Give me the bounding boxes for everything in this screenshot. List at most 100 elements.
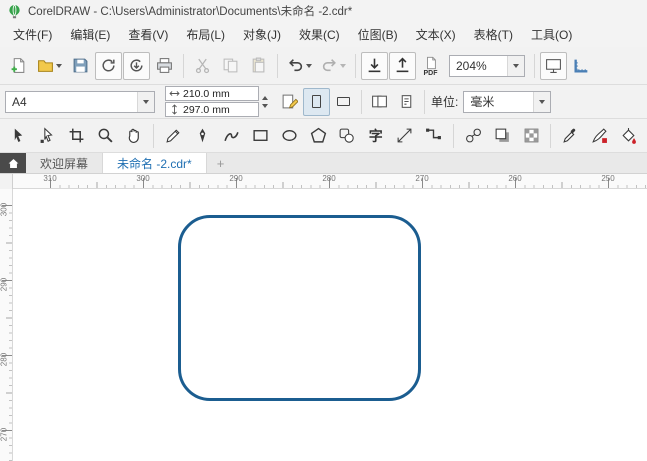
print-button[interactable]	[151, 52, 178, 80]
menu-file[interactable]: 文件(F)	[4, 22, 61, 47]
fullscreen-preview-button[interactable]	[540, 51, 567, 80]
menu-tools[interactable]: 工具(O)	[522, 22, 581, 47]
menu-edit[interactable]: 编辑(E)	[61, 22, 119, 47]
text-tool[interactable]: 字	[362, 122, 389, 150]
horizontal-ruler[interactable]: 310 300 290 280 270 260 250	[0, 174, 647, 189]
property-bar: A4 210.0 mm 297.0 mm 单位: 毫米	[0, 85, 647, 119]
new-tab-button[interactable]: +	[207, 153, 235, 173]
new-document-icon	[11, 58, 25, 73]
hruler-label: 250	[601, 174, 615, 183]
units-combo[interactable]: 毫米	[463, 90, 552, 113]
basic-shapes-tool[interactable]	[333, 122, 360, 150]
toolbar-separator	[534, 53, 535, 78]
export-icon	[396, 57, 409, 73]
crop-tool[interactable]	[63, 122, 90, 150]
landscape-button[interactable]	[330, 88, 357, 116]
page-height-field[interactable]: 297.0 mm	[165, 102, 259, 117]
zoom-tool[interactable]	[92, 122, 119, 150]
bezier-tool[interactable]	[189, 122, 216, 150]
open-folder-icon	[38, 60, 53, 72]
units-chevron-down-icon[interactable]	[533, 91, 551, 112]
current-page-button[interactable]	[393, 88, 420, 116]
blend-tool[interactable]	[460, 122, 487, 150]
page-size-combo[interactable]: A4	[5, 90, 155, 113]
pan-hand-icon	[129, 128, 140, 143]
undo-button[interactable]	[283, 52, 316, 80]
publish-pdf-button[interactable]: PDF	[417, 52, 444, 80]
copy-button[interactable]	[217, 52, 244, 80]
spinner-up-icon[interactable]	[262, 95, 268, 100]
tab-welcome-screen[interactable]: 欢迎屏幕	[26, 153, 104, 173]
tab-untitled-document[interactable]: 未命名 -2.cdr*	[103, 153, 207, 173]
connector-tool[interactable]	[420, 122, 447, 150]
page-width-field[interactable]: 210.0 mm	[165, 86, 259, 101]
import-button[interactable]	[361, 51, 388, 80]
workspace: 300 290 280 270	[0, 189, 647, 461]
ellipse-tool[interactable]	[276, 122, 303, 150]
pick-tool[interactable]	[5, 122, 32, 150]
page-options-button[interactable]	[276, 88, 303, 116]
open-dropdown-icon[interactable]	[56, 63, 62, 68]
import-icon	[368, 58, 381, 73]
tab-welcome-label: 欢迎屏幕	[40, 156, 89, 171]
vertical-ruler[interactable]: 300 290 280 270	[0, 189, 13, 461]
cut-button[interactable]	[189, 52, 216, 80]
menu-table[interactable]: 表格(T)	[465, 22, 522, 47]
fullscreen-preview-icon	[546, 59, 561, 73]
open-document-button[interactable]	[33, 52, 66, 80]
pan-tool[interactable]	[120, 122, 147, 150]
ruler-origin-corner[interactable]	[0, 174, 13, 189]
zoom-tool-icon	[98, 128, 113, 143]
save-button[interactable]	[67, 52, 94, 80]
dimension-spinner[interactable]	[262, 95, 268, 108]
home-button[interactable]	[0, 153, 26, 173]
eyedropper-tool[interactable]	[557, 122, 584, 150]
redo-icon	[322, 59, 336, 72]
pick-tool-icon	[14, 128, 23, 142]
redo-button[interactable]	[317, 52, 350, 80]
shape-tool-icon	[40, 127, 53, 143]
shape-tool[interactable]	[34, 122, 61, 150]
freehand-tool[interactable]	[160, 122, 187, 150]
menu-effects[interactable]: 效果(C)	[290, 22, 349, 47]
undo-dropdown-icon[interactable]	[306, 63, 312, 68]
artistic-media-tool[interactable]	[218, 122, 245, 150]
zoom-chevron-down-icon[interactable]	[507, 55, 524, 76]
toolbox-separator	[153, 123, 155, 148]
coreldraw-window: CorelDRAW - C:\Users\Administrator\Docum…	[0, 0, 647, 461]
menu-object[interactable]: 对象(J)	[234, 22, 290, 47]
menu-text[interactable]: 文本(X)	[407, 22, 465, 47]
menu-view[interactable]: 查看(V)	[119, 22, 177, 47]
drawing-canvas[interactable]	[13, 189, 647, 461]
interactive-fill-tool[interactable]	[615, 122, 642, 150]
polygon-tool[interactable]	[305, 122, 332, 150]
ruler-icon	[574, 59, 588, 73]
current-page-icon	[401, 95, 412, 108]
toolbar-separator	[355, 53, 356, 78]
all-pages-button[interactable]	[366, 88, 393, 116]
hruler-label: 310	[43, 174, 57, 183]
drop-shadow-tool[interactable]	[489, 122, 516, 150]
dimension-tool[interactable]	[391, 122, 418, 150]
toolbox-separator	[550, 123, 552, 148]
menu-bitmaps[interactable]: 位图(B)	[349, 22, 407, 47]
portrait-button[interactable]	[303, 87, 330, 116]
paste-button[interactable]	[245, 52, 272, 80]
show-rulers-button[interactable]	[568, 52, 595, 80]
propbar-separator	[361, 89, 362, 114]
zoom-level-combo[interactable]: 204%	[449, 54, 525, 77]
outline-pen-tool[interactable]	[586, 122, 613, 150]
export-button[interactable]	[389, 51, 416, 80]
spinner-down-icon[interactable]	[262, 103, 268, 108]
hruler-label: 280	[322, 174, 336, 183]
rectangle-tool[interactable]	[247, 122, 274, 150]
open-from-cloud-button[interactable]	[95, 51, 122, 80]
transparency-tool[interactable]	[518, 122, 545, 150]
rounded-rectangle-object[interactable]	[178, 215, 421, 401]
cut-icon	[195, 58, 210, 74]
menu-layout[interactable]: 布局(L)	[177, 22, 234, 47]
page-size-chevron-down-icon[interactable]	[137, 91, 154, 112]
redo-dropdown-icon[interactable]	[340, 63, 346, 68]
new-document-button[interactable]	[5, 52, 32, 80]
save-to-cloud-button[interactable]	[123, 51, 150, 80]
